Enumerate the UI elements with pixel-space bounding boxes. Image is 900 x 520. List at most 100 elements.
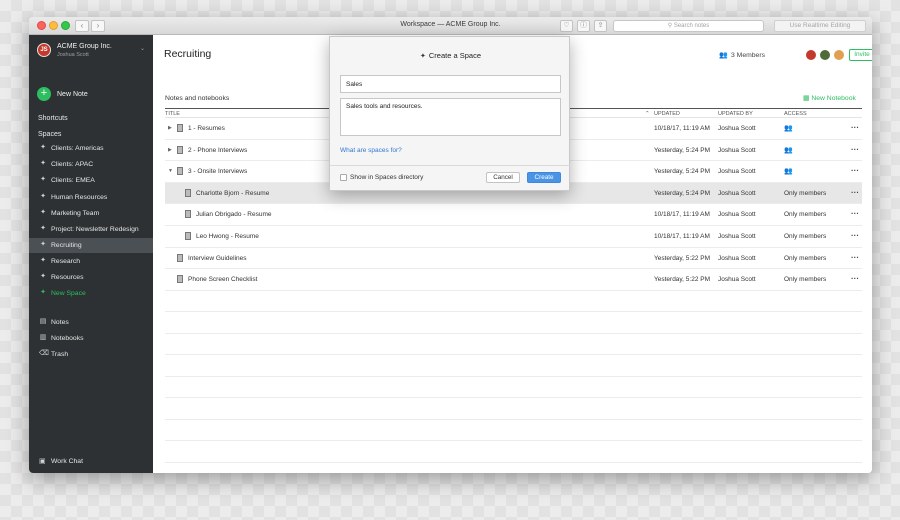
avatar[interactable] <box>805 49 817 61</box>
column-updated[interactable]: UPDATED <box>654 111 680 117</box>
dialog-title: ✦ Create a Space <box>330 51 571 60</box>
avatar[interactable] <box>819 49 831 61</box>
page-title: Recruiting <box>164 48 212 60</box>
empty-row <box>165 398 862 420</box>
row-access: Only members <box>784 211 827 219</box>
new-note-button[interactable]: + New Note <box>37 87 147 103</box>
activity-icon[interactable]: ♡ <box>560 20 573 32</box>
row-more-icon[interactable]: ··· <box>851 145 859 154</box>
row-updated: Yesterday, 5:24 PM <box>654 146 711 154</box>
space-icon: ✦ <box>40 241 46 248</box>
collapse-arrow-icon[interactable]: ▼ <box>168 168 173 174</box>
row-title: Interview Guidelines <box>188 254 247 262</box>
table-row[interactable]: Phone Screen Checklist Yesterday, 5:22 P… <box>165 269 862 291</box>
cancel-button[interactable]: Cancel <box>486 172 520 183</box>
row-updated: 10/18/17, 11:19 AM <box>654 125 710 132</box>
note-icon <box>185 210 191 219</box>
expand-arrow-icon[interactable]: ▶ <box>168 147 172 153</box>
row-more-icon[interactable]: ··· <box>851 231 859 240</box>
sidebar-item-research[interactable]: ✦ Research <box>29 254 153 269</box>
row-updated-by: Joshua Scott <box>718 146 756 154</box>
sidebar-item-resources[interactable]: ✦ Resources <box>29 270 153 285</box>
new-notebook-label: New Notebook <box>811 95 856 102</box>
sidebar-item-label: Resources <box>51 274 84 281</box>
note-icon <box>185 188 191 197</box>
empty-row <box>165 312 862 334</box>
row-updated: Yesterday, 5:24 PM <box>654 189 711 197</box>
sidebar-item-label: Research <box>51 258 81 265</box>
space-name-field[interactable] <box>340 75 561 93</box>
table-row[interactable]: Julian Obrigado - Resume 10/18/17, 11:19… <box>165 204 862 226</box>
shared-users-icon: 👥 <box>784 125 793 132</box>
row-more-icon[interactable]: ··· <box>851 166 859 175</box>
shortcuts-header[interactable]: Shortcuts <box>38 115 68 122</box>
realtime-editing-button[interactable]: Use Realtime Editing <box>774 20 866 32</box>
info-icon[interactable]: ⓘ <box>577 20 590 32</box>
sidebar-item-clients-emea[interactable]: ✦ Clients: EMEA <box>29 173 153 188</box>
search-input[interactable]: ⚲ Search notes <box>613 20 764 32</box>
row-more-icon[interactable]: ··· <box>851 209 859 218</box>
avatar[interactable] <box>833 49 845 61</box>
work-chat-button[interactable]: ▣ Work Chat <box>29 455 153 469</box>
help-link[interactable]: What are spaces for? <box>340 147 402 154</box>
spaces-header[interactable]: Spaces <box>38 131 61 138</box>
new-notebook-button[interactable]: ▦ New Notebook <box>803 94 856 102</box>
space-icon: ✦ <box>40 209 46 216</box>
sidebar-item-notes[interactable]: ▤ Notes <box>29 315 153 330</box>
row-more-icon[interactable]: ··· <box>851 274 859 283</box>
row-updated-by: Joshua Scott <box>718 254 756 262</box>
column-access[interactable]: ACCESS <box>784 111 807 117</box>
sidebar-item-label: Trash <box>51 351 69 358</box>
sidebar-item-human-resources[interactable]: ✦ Human Resources <box>29 190 153 205</box>
row-title: Phone Screen Checklist <box>188 276 258 284</box>
sidebar-item-new-space[interactable]: ✦ New Space <box>29 286 153 301</box>
row-title: Julian Obrigado - Resume <box>196 211 272 219</box>
column-title[interactable]: TITLE <box>165 111 180 117</box>
note-icon: ▤ <box>39 318 47 325</box>
notebook-icon: ▥ <box>39 334 47 341</box>
sidebar-item-label: Clients: APAC <box>51 161 94 168</box>
org-name: ACME Group Inc. <box>57 43 112 50</box>
space-icon: ✦ <box>40 144 46 151</box>
account-switcher[interactable]: JS ACME Group Inc. Joshua Scott ⌄ <box>37 41 147 61</box>
sidebar-item-label: Clients: Americas <box>51 145 104 152</box>
expand-arrow-icon[interactable]: ▶ <box>168 125 172 131</box>
row-more-icon[interactable]: ··· <box>851 253 859 262</box>
dialog-footer: Show in Spaces directory Cancel Create <box>330 165 571 192</box>
plus-icon: + <box>37 87 51 101</box>
row-updated-by: Joshua Scott <box>718 232 756 240</box>
space-description-field[interactable]: Sales tools and resources. <box>340 98 561 136</box>
sidebar-item-marketing-team[interactable]: ✦ Marketing Team <box>29 206 153 221</box>
sidebar-item-newsletter-redesign[interactable]: ✦ Project: Newsletter Redesign <box>29 222 153 237</box>
sidebar-item-trash[interactable]: ⌫ Trash <box>29 347 153 362</box>
space-icon: ✦ <box>40 193 46 200</box>
sidebar-item-recruiting[interactable]: ✦ Recruiting <box>29 238 153 253</box>
table-row[interactable]: Interview Guidelines Yesterday, 5:22 PM … <box>165 248 862 270</box>
sidebar-item-notebooks[interactable]: ▥ Notebooks <box>29 331 153 346</box>
row-updated: 10/18/17, 11:19 AM <box>654 232 710 240</box>
row-updated: Yesterday, 5:22 PM <box>654 276 711 284</box>
invite-button[interactable]: Invite <box>849 49 872 61</box>
table-row[interactable]: Leo Hwong - Resume 10/18/17, 11:19 AM Jo… <box>165 226 862 248</box>
sidebar-item-clients-americas[interactable]: ✦ Clients: Americas <box>29 141 153 156</box>
sidebar-item-clients-apac[interactable]: ✦ Clients: APAC <box>29 157 153 172</box>
create-button[interactable]: Create <box>527 172 561 183</box>
space-icon: ✦ <box>40 160 46 167</box>
members-count[interactable]: 3 Members <box>731 52 765 59</box>
share-icon[interactable]: ⇪ <box>594 20 607 32</box>
row-updated-by: Joshua Scott <box>718 211 756 219</box>
directory-checkbox-label[interactable]: Show in Spaces directory <box>350 174 423 181</box>
section-label: Notes and notebooks <box>165 95 230 102</box>
title-bar: ‹ › Workspace — ACME Group Inc. ♡ ⓘ ⇪ ⚲ … <box>29 17 872 35</box>
row-more-icon[interactable]: ··· <box>851 123 859 132</box>
column-updated-by[interactable]: UPDATED BY <box>718 111 753 117</box>
directory-checkbox[interactable] <box>340 174 347 181</box>
row-access: Only members <box>784 189 827 197</box>
space-icon: ✦ <box>420 53 426 60</box>
sort-asc-icon[interactable]: ⌃ <box>645 111 650 117</box>
empty-row <box>165 355 862 377</box>
row-more-icon[interactable]: ··· <box>851 188 859 197</box>
work-chat-label: Work Chat <box>51 458 83 465</box>
row-access: Only members <box>784 276 827 284</box>
row-title: 2 - Phone Interviews <box>188 146 248 154</box>
